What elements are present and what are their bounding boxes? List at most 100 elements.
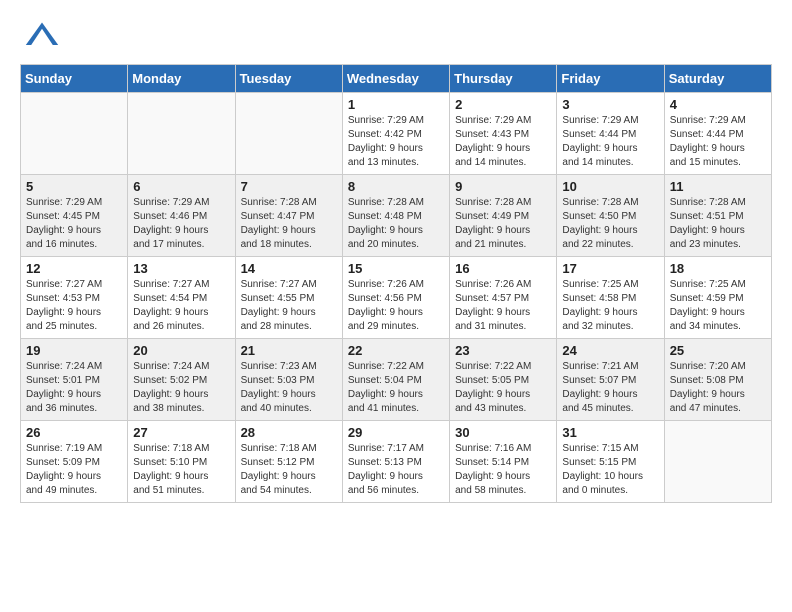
weekday-header-monday: Monday <box>128 65 235 93</box>
calendar-wrapper: SundayMondayTuesdayWednesdayThursdayFrid… <box>0 64 792 513</box>
weekday-header-sunday: Sunday <box>21 65 128 93</box>
day-number: 31 <box>562 425 658 440</box>
day-number: 7 <box>241 179 337 194</box>
calendar-week-row: 19Sunrise: 7:24 AM Sunset: 5:01 PM Dayli… <box>21 339 772 421</box>
day-number: 8 <box>348 179 444 194</box>
weekday-header-row: SundayMondayTuesdayWednesdayThursdayFrid… <box>21 65 772 93</box>
day-info: Sunrise: 7:20 AM Sunset: 5:08 PM Dayligh… <box>670 360 766 416</box>
day-number: 16 <box>455 261 551 276</box>
day-number: 5 <box>26 179 122 194</box>
day-info: Sunrise: 7:28 AM Sunset: 4:48 PM Dayligh… <box>348 196 444 252</box>
day-number: 19 <box>26 343 122 358</box>
day-number: 21 <box>241 343 337 358</box>
calendar-cell: 5 Sunrise: 7:29 AM Sunset: 4:45 PM Daylig… <box>21 175 128 257</box>
logo-icon <box>24 18 60 54</box>
day-number: 10 <box>562 179 658 194</box>
day-number: 2 <box>455 97 551 112</box>
day-info: Sunrise: 7:16 AM Sunset: 5:14 PM Dayligh… <box>455 442 551 498</box>
day-number: 23 <box>455 343 551 358</box>
calendar-cell: 30 Sunrise: 7:16 AM Sunset: 5:14 PM Dayli… <box>450 421 557 503</box>
calendar-cell: 31 Sunrise: 7:15 AM Sunset: 5:15 PM Dayli… <box>557 421 664 503</box>
day-info: Sunrise: 7:28 AM Sunset: 4:47 PM Dayligh… <box>241 196 337 252</box>
calendar-cell <box>21 93 128 175</box>
calendar-cell: 27 Sunrise: 7:18 AM Sunset: 5:10 PM Dayli… <box>128 421 235 503</box>
day-info: Sunrise: 7:29 AM Sunset: 4:44 PM Dayligh… <box>670 114 766 170</box>
day-info: Sunrise: 7:29 AM Sunset: 4:42 PM Dayligh… <box>348 114 444 170</box>
calendar-cell <box>128 93 235 175</box>
day-info: Sunrise: 7:24 AM Sunset: 5:02 PM Dayligh… <box>133 360 229 416</box>
day-number: 3 <box>562 97 658 112</box>
day-info: Sunrise: 7:28 AM Sunset: 4:49 PM Dayligh… <box>455 196 551 252</box>
day-number: 30 <box>455 425 551 440</box>
calendar-cell: 25 Sunrise: 7:20 AM Sunset: 5:08 PM Dayli… <box>664 339 771 421</box>
calendar-week-row: 5 Sunrise: 7:29 AM Sunset: 4:45 PM Daylig… <box>21 175 772 257</box>
day-number: 9 <box>455 179 551 194</box>
day-info: Sunrise: 7:29 AM Sunset: 4:46 PM Dayligh… <box>133 196 229 252</box>
day-info: Sunrise: 7:22 AM Sunset: 5:05 PM Dayligh… <box>455 360 551 416</box>
calendar-week-row: 1 Sunrise: 7:29 AM Sunset: 4:42 PM Daylig… <box>21 93 772 175</box>
day-info: Sunrise: 7:17 AM Sunset: 5:13 PM Dayligh… <box>348 442 444 498</box>
calendar-cell: 13 Sunrise: 7:27 AM Sunset: 4:54 PM Dayli… <box>128 257 235 339</box>
calendar-week-row: 26 Sunrise: 7:19 AM Sunset: 5:09 PM Dayli… <box>21 421 772 503</box>
calendar-cell: 10Sunrise: 7:28 AM Sunset: 4:50 PM Dayli… <box>557 175 664 257</box>
calendar-cell: 18 Sunrise: 7:25 AM Sunset: 4:59 PM Dayli… <box>664 257 771 339</box>
day-number: 14 <box>241 261 337 276</box>
calendar-cell: 17Sunrise: 7:25 AM Sunset: 4:58 PM Dayli… <box>557 257 664 339</box>
calendar-cell: 26 Sunrise: 7:19 AM Sunset: 5:09 PM Dayli… <box>21 421 128 503</box>
weekday-header-wednesday: Wednesday <box>342 65 449 93</box>
calendar-cell: 15 Sunrise: 7:26 AM Sunset: 4:56 PM Dayli… <box>342 257 449 339</box>
calendar-cell: 14Sunrise: 7:27 AM Sunset: 4:55 PM Dayli… <box>235 257 342 339</box>
weekday-header-friday: Friday <box>557 65 664 93</box>
calendar-cell: 11Sunrise: 7:28 AM Sunset: 4:51 PM Dayli… <box>664 175 771 257</box>
day-info: Sunrise: 7:23 AM Sunset: 5:03 PM Dayligh… <box>241 360 337 416</box>
calendar-cell: 29 Sunrise: 7:17 AM Sunset: 5:13 PM Dayli… <box>342 421 449 503</box>
calendar-cell: 6 Sunrise: 7:29 AM Sunset: 4:46 PM Daylig… <box>128 175 235 257</box>
day-number: 11 <box>670 179 766 194</box>
day-number: 26 <box>26 425 122 440</box>
day-number: 20 <box>133 343 229 358</box>
day-info: Sunrise: 7:27 AM Sunset: 4:54 PM Dayligh… <box>133 278 229 334</box>
day-number: 17 <box>562 261 658 276</box>
day-number: 18 <box>670 261 766 276</box>
day-number: 6 <box>133 179 229 194</box>
calendar-cell <box>235 93 342 175</box>
day-info: Sunrise: 7:26 AM Sunset: 4:57 PM Dayligh… <box>455 278 551 334</box>
day-number: 15 <box>348 261 444 276</box>
page-header <box>0 0 792 64</box>
calendar-cell: 9 Sunrise: 7:28 AM Sunset: 4:49 PM Daylig… <box>450 175 557 257</box>
calendar-cell: 22Sunrise: 7:22 AM Sunset: 5:04 PM Dayli… <box>342 339 449 421</box>
day-number: 13 <box>133 261 229 276</box>
day-info: Sunrise: 7:19 AM Sunset: 5:09 PM Dayligh… <box>26 442 122 498</box>
day-info: Sunrise: 7:21 AM Sunset: 5:07 PM Dayligh… <box>562 360 658 416</box>
weekday-header-tuesday: Tuesday <box>235 65 342 93</box>
day-number: 27 <box>133 425 229 440</box>
calendar-cell: 21 Sunrise: 7:23 AM Sunset: 5:03 PM Dayli… <box>235 339 342 421</box>
day-info: Sunrise: 7:29 AM Sunset: 4:45 PM Dayligh… <box>26 196 122 252</box>
calendar-cell: 19Sunrise: 7:24 AM Sunset: 5:01 PM Dayli… <box>21 339 128 421</box>
weekday-header-thursday: Thursday <box>450 65 557 93</box>
calendar-cell: 28 Sunrise: 7:18 AM Sunset: 5:12 PM Dayli… <box>235 421 342 503</box>
calendar-week-row: 12 Sunrise: 7:27 AM Sunset: 4:53 PM Dayli… <box>21 257 772 339</box>
calendar-cell: 23 Sunrise: 7:22 AM Sunset: 5:05 PM Dayli… <box>450 339 557 421</box>
calendar-cell: 8 Sunrise: 7:28 AM Sunset: 4:48 PM Daylig… <box>342 175 449 257</box>
day-info: Sunrise: 7:18 AM Sunset: 5:12 PM Dayligh… <box>241 442 337 498</box>
calendar-cell: 3Sunrise: 7:29 AM Sunset: 4:44 PM Daylig… <box>557 93 664 175</box>
day-info: Sunrise: 7:15 AM Sunset: 5:15 PM Dayligh… <box>562 442 658 498</box>
day-number: 29 <box>348 425 444 440</box>
day-info: Sunrise: 7:18 AM Sunset: 5:10 PM Dayligh… <box>133 442 229 498</box>
calendar-cell: 7 Sunrise: 7:28 AM Sunset: 4:47 PM Daylig… <box>235 175 342 257</box>
calendar-cell: 12 Sunrise: 7:27 AM Sunset: 4:53 PM Dayli… <box>21 257 128 339</box>
day-number: 12 <box>26 261 122 276</box>
calendar-cell: 24Sunrise: 7:21 AM Sunset: 5:07 PM Dayli… <box>557 339 664 421</box>
day-info: Sunrise: 7:22 AM Sunset: 5:04 PM Dayligh… <box>348 360 444 416</box>
day-info: Sunrise: 7:29 AM Sunset: 4:43 PM Dayligh… <box>455 114 551 170</box>
day-number: 28 <box>241 425 337 440</box>
day-info: Sunrise: 7:27 AM Sunset: 4:53 PM Dayligh… <box>26 278 122 334</box>
day-number: 1 <box>348 97 444 112</box>
calendar-cell: 1 Sunrise: 7:29 AM Sunset: 4:42 PM Daylig… <box>342 93 449 175</box>
day-number: 4 <box>670 97 766 112</box>
day-info: Sunrise: 7:26 AM Sunset: 4:56 PM Dayligh… <box>348 278 444 334</box>
day-info: Sunrise: 7:25 AM Sunset: 4:59 PM Dayligh… <box>670 278 766 334</box>
calendar-cell: 16 Sunrise: 7:26 AM Sunset: 4:57 PM Dayli… <box>450 257 557 339</box>
day-number: 25 <box>670 343 766 358</box>
